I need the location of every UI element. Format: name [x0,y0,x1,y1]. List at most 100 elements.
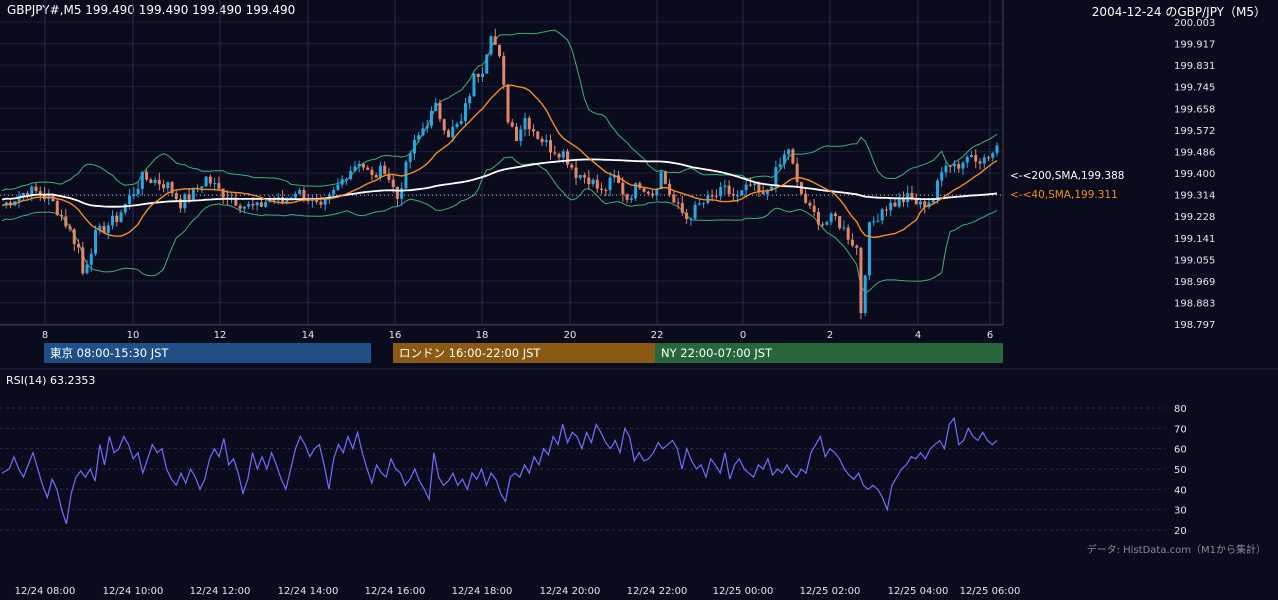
candle-body [476,73,480,77]
candle-body [332,189,336,195]
candle-body [140,171,144,189]
candle-body [498,44,501,57]
session-newyork: NY 22:00-07:00 JST [655,343,1003,363]
y-tick-label: 200.003 [1174,18,1215,29]
candle-body [264,202,268,207]
candle-body [153,179,157,184]
ma-labels: <-<200,SMA,199.388 <-<40,SMA,199.311 [1010,170,1124,201]
rsi-x-axis: 12/24 08:00 12/24 10:00 12/24 12:00 12/24 1… [15,586,1021,597]
candle-body [523,118,527,130]
candle-body [353,166,357,172]
rsi-x-tick-label: 12/24 18:00 [452,586,513,597]
candle-body [502,56,506,85]
candle-body [259,202,263,207]
candle-body [89,253,93,265]
candle-body [536,131,540,139]
candle-body [510,122,514,127]
candle-body [621,182,625,195]
rsi-label: RSI(14) 63.2353 [6,374,96,387]
candle-body [217,183,221,189]
candle-body [880,209,884,221]
y-tick-label: 199.141 [1174,234,1215,245]
candle-body [361,164,365,168]
rsi-y-tick-label: 60 [1174,445,1187,456]
candle-body [383,165,387,175]
candle-body [761,192,765,194]
x-tick-label: 12 [214,330,227,341]
candle-body [540,138,544,143]
candle-body [200,186,204,189]
rsi-x-tick-label: 12/25 00:00 [713,586,774,597]
candle-body [948,165,952,167]
candle-body [829,213,833,222]
candle-body [838,216,842,229]
candle-body [753,183,757,185]
rsi-x-tick-label: 12/25 04:00 [888,586,949,597]
candle-body [451,127,455,138]
candle-body [149,179,153,184]
price-x-axis: 8 10 12 14 16 18 20 22 0 2 4 6 [42,330,993,341]
rsi-y-axis: 80 70 60 50 40 30 20 [1174,404,1187,537]
y-tick-label: 199.917 [1174,40,1215,51]
candle-body [527,118,531,130]
x-tick-label: 8 [42,330,48,341]
candle-body [485,54,489,74]
candle-body [119,212,123,222]
candle-body [370,169,374,176]
rsi-y-tick-label: 20 [1174,526,1187,537]
candle-body [174,193,178,200]
candle-body [736,195,740,197]
rsi-grid [0,368,1278,531]
candle-body [55,201,59,216]
rsi-y-tick-label: 70 [1174,424,1187,435]
price-y-axis: 200.003 199.917 199.831 199.745 199.658 199.5… [1174,18,1215,331]
candle-body [986,157,990,159]
candle-body [663,171,667,184]
x-tick-label: 14 [302,330,315,341]
y-tick-label: 199.400 [1174,169,1215,180]
candle-body [85,264,89,274]
candle-body [587,177,591,185]
candle-body [561,151,565,158]
candle-body [604,190,608,192]
rsi-y-tick-label: 40 [1174,485,1187,496]
candle-body [940,172,944,181]
candle-body [774,167,778,187]
rsi-x-tick-label: 12/24 14:00 [278,586,339,597]
candle-body [157,179,161,185]
candle-body [238,205,242,209]
y-tick-label: 199.831 [1174,61,1215,72]
candle-body [68,226,72,230]
candle-body [646,191,650,194]
x-tick-label: 22 [651,330,664,341]
y-tick-label: 198.797 [1174,320,1215,331]
candle-body [821,224,825,226]
candle-body [659,171,663,189]
y-tick-label: 199.745 [1174,83,1215,94]
candle-body [128,195,132,205]
candle-body [591,179,595,185]
candle-body [795,163,799,182]
price-chart: 200.003 199.917 199.831 199.745 199.658 199.5… [0,0,1215,341]
candle-body [446,130,450,138]
y-tick-label: 199.572 [1174,126,1215,137]
candle-body [965,157,969,163]
y-tick-label: 199.228 [1174,212,1215,223]
candle-body [969,155,973,158]
candle-body [583,174,587,178]
candle-body [553,152,557,154]
candle-body [336,184,340,190]
candle-body [395,186,399,199]
candle-body [863,275,867,314]
candle-body [506,84,510,123]
candle-body [463,103,467,121]
candle-body [349,171,353,179]
ma-label: <-<200,SMA,199.388 [1010,170,1124,182]
candle-body [897,198,901,207]
candle-body [187,194,191,200]
candle-body [876,220,880,222]
x-tick-label: 6 [987,330,993,341]
candle-body [995,145,999,154]
candle-body [247,204,251,207]
candle-body [81,247,85,274]
